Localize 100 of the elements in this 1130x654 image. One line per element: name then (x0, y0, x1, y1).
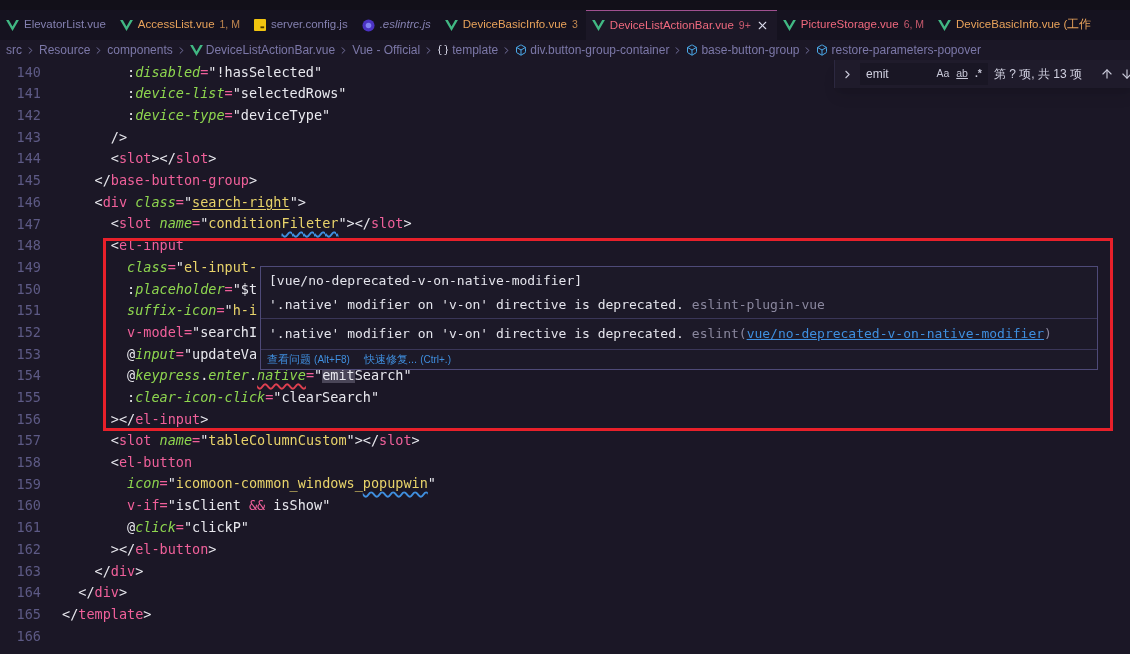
code-line: :placeholder="$t (126, 279, 258, 299)
vue-icon (6, 19, 19, 31)
find-option-toggle[interactable]: .* (974, 66, 982, 82)
line-number: 164 (15, 583, 41, 603)
vue-icon (189, 44, 203, 56)
problem-count: 6, M (903, 17, 925, 33)
line-number: 161 (15, 518, 41, 538)
line-number: 143 (15, 127, 41, 147)
find-option-toggle[interactable]: ab (956, 66, 968, 82)
problem-source: eslint-plugin-vue (691, 295, 825, 314)
line-number: 159 (15, 474, 41, 494)
breadcrumb-item[interactable]: base-button-group (701, 41, 800, 59)
code-line: v-model="searchI (126, 322, 258, 342)
code-line: :disabled="!hasSelected" (126, 62, 323, 82)
editor-tab[interactable]: AccessList.vue 1, M (113, 10, 248, 40)
cube-icon (686, 44, 699, 56)
code-line: </template> (62, 604, 152, 624)
vue-icon (782, 19, 796, 31)
line-number: 141 (15, 84, 41, 104)
problem-count: 1, M (219, 17, 240, 33)
line-number: 151 (15, 301, 41, 321)
code-line: ></el-input> (109, 409, 209, 429)
line-number: 158 (15, 453, 41, 473)
line-number: 147 (15, 214, 41, 234)
line-number: 155 (15, 388, 41, 408)
line-number: 145 (15, 171, 41, 191)
hover-action-link[interactable]: 查看问题 (Alt+F8) (267, 350, 350, 368)
editor-tab[interactable]: DeviceBasicInfo.vue (工作 (932, 10, 1100, 40)
line-number: 146 (15, 192, 41, 212)
code-line: <slot></slot> (109, 149, 217, 169)
code-line: <slot name="conditionFileter"></slot> (109, 214, 412, 234)
code-line: class="el-input- (126, 257, 258, 277)
breadcrumb-item[interactable]: src (6, 41, 22, 59)
find-input[interactable]: emit Aa ab .* (860, 63, 988, 85)
editor-tab[interactable]: server.config.js (247, 10, 356, 40)
code-line: <el-input (109, 236, 184, 256)
line-number: 144 (15, 149, 41, 169)
problem-message: '.native' modifier on 'v-on' directive is deprecated. (269, 325, 684, 343)
circle-icon (361, 18, 375, 32)
line-number: 140 (15, 62, 41, 82)
code-line: ></el-button> (109, 539, 217, 559)
match-count: 第 ? 项, 共 13 项 (993, 66, 1082, 83)
js-file-icon (253, 19, 266, 31)
breadcrumb-item[interactable]: div.button-group-container (530, 41, 670, 59)
line-number: 156 (15, 409, 41, 429)
line-number: 160 (15, 496, 41, 516)
editor-tab[interactable]: DeviceListActionBar.vue 9+ (585, 10, 777, 40)
problem-message: '.native' modifier on 'v-on' directive is deprecated. (269, 295, 684, 314)
code-line: </base-button-group> (93, 171, 258, 191)
code-line: @click="clickP" (126, 518, 249, 538)
code-line: v-if="isClient && isShow" (126, 496, 331, 516)
code-line: /> (109, 127, 128, 147)
arrow-down-icon[interactable] (1120, 67, 1130, 81)
line-number: 163 (15, 561, 41, 581)
breadcrumb-item[interactable]: template (452, 41, 499, 59)
line-number: 142 (15, 106, 41, 126)
hover-action-link[interactable]: 快速修复... (Ctrl+.) (363, 350, 451, 368)
line-number: 165 (15, 604, 41, 624)
arrow-up-icon[interactable] (1100, 67, 1114, 81)
problem-source: eslint( (691, 325, 747, 343)
breadcrumb-item[interactable]: DeviceListActionBar.vue (205, 41, 336, 59)
code-line: :device-type="deviceType" (126, 106, 331, 126)
problem-count: 3 (572, 17, 578, 33)
editor-tab[interactable]: PictureStorage.vue 6, M (776, 10, 933, 40)
problem-count: 9+ (738, 17, 751, 33)
hover-title: [vue/no-deprecated-v-on-native-modifier] (269, 272, 584, 290)
line-number: 149 (15, 257, 41, 277)
editor-tab[interactable]: .eslintrc.js (355, 10, 439, 40)
code-line: icon="icomoon-common_windows_popupwin" (126, 474, 436, 494)
cube-icon (515, 44, 528, 56)
line-number: 150 (15, 279, 41, 299)
rule-link[interactable]: vue/no-deprecated-v-on-native-modifier (746, 324, 1045, 344)
code-line: </div> (93, 561, 144, 581)
line-number: 153 (15, 344, 41, 364)
editor-tab[interactable]: ElevatorList.vue (0, 10, 114, 40)
line-number: 152 (15, 322, 41, 342)
breadcrumb-item[interactable]: Vue - Official (352, 41, 421, 59)
breadcrumb-item[interactable]: restore-parameters-popover (831, 41, 981, 59)
line-number: 166 (15, 626, 41, 646)
code-line: <div class="search-right"> (93, 192, 306, 212)
vue-icon (119, 19, 133, 31)
code-line: suffix-icon="h-i (126, 301, 258, 321)
line-number: 162 (15, 539, 41, 559)
code-line: <el-button (109, 453, 193, 473)
line-number: 148 (15, 236, 41, 256)
line-number: 154 (15, 366, 41, 386)
find-option-toggle[interactable]: Aa (936, 66, 950, 82)
breadcrumb-item[interactable]: components (107, 41, 173, 59)
code-line: </div> (77, 583, 128, 603)
vue-icon (591, 20, 605, 31)
code-line: :clear-icon-click="clearSearch" (126, 388, 379, 408)
line-number: 157 (15, 431, 41, 451)
editor-tab[interactable]: DeviceBasicInfo.vue 3 (438, 10, 586, 40)
vue-icon (938, 19, 952, 31)
problem-source: ) (1044, 325, 1052, 343)
code-line: <slot name="tableColumnCustom"></slot> (109, 431, 420, 451)
braces-icon (437, 44, 450, 56)
breadcrumb-item[interactable]: Resource (39, 41, 91, 59)
cube-icon (816, 44, 829, 56)
vue-icon (444, 19, 458, 31)
